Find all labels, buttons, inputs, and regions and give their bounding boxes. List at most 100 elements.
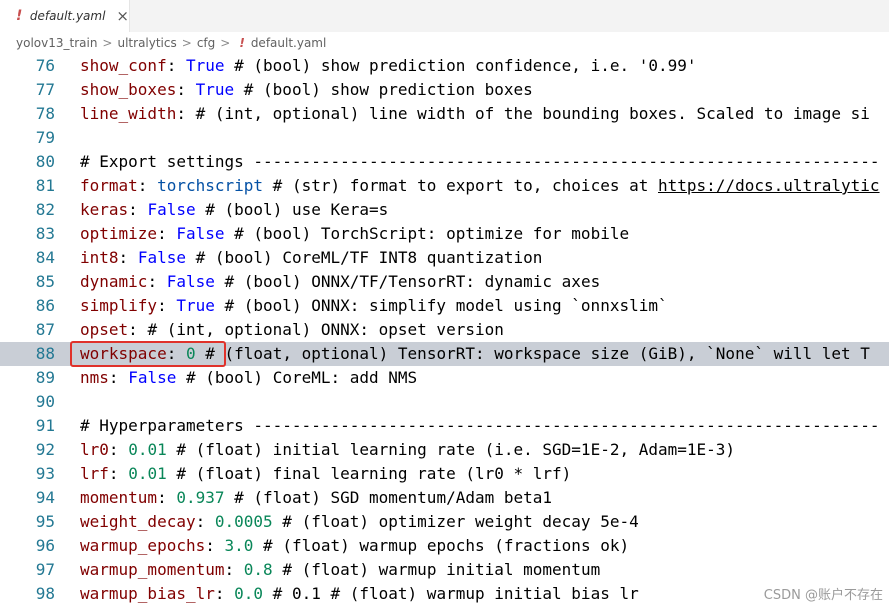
- code-text: warmup_epochs: 3.0 # (float) warmup epoc…: [80, 536, 630, 555]
- close-icon[interactable]: ×: [116, 8, 129, 24]
- code-line[interactable]: 80 # Export settings --------------------…: [0, 150, 889, 174]
- code-text: keras: False # (bool) use Kera=s: [80, 200, 389, 219]
- breadcrumb-item-cfg[interactable]: cfg: [197, 36, 215, 50]
- yaml-key: dynamic: [80, 272, 148, 291]
- code-line[interactable]: 86 simplify: True # (bool) ONNX: simplify…: [0, 294, 889, 318]
- chevron-right-icon: >: [181, 36, 192, 50]
- line-number: 85: [35, 272, 55, 291]
- code-text: optimize: False # (bool) TorchScript: op…: [80, 224, 630, 243]
- code-line[interactable]: 83 optimize: False # (bool) TorchScript: …: [0, 222, 889, 246]
- watermark: CSDN @账户不存在: [763, 588, 883, 603]
- line-number: 92: [35, 440, 55, 459]
- line-number: 83: [35, 224, 55, 243]
- line-number: 84: [35, 248, 55, 267]
- code-text: # Export settings ----------------------…: [80, 150, 880, 174]
- yaml-key: momentum: [80, 488, 158, 507]
- breadcrumb-item-ultralytics[interactable]: ultralytics: [117, 36, 176, 50]
- breadcrumb-item-file[interactable]: default.yaml: [251, 36, 327, 50]
- code-line[interactable]: 97 warmup_momentum: 0.8 # (float) warmup …: [0, 558, 889, 582]
- yaml-value: 0.0005: [214, 512, 273, 531]
- yaml-value: True: [195, 80, 235, 99]
- code-text: warmup_bias_lr: 0.0 # 0.1 # (float) warm…: [80, 584, 639, 603]
- code-line[interactable]: 87 opset: # (int, optional) ONNX: opset v…: [0, 318, 889, 342]
- yaml-comment: # (bool) use Kera=s: [195, 200, 389, 219]
- code-line[interactable]: 77 show_boxes: True # (bool) show predict…: [0, 78, 889, 102]
- line-number: 77: [35, 80, 55, 99]
- yaml-key: optimize: [80, 224, 158, 243]
- code-line[interactable]: 78 line_width: # (int, optional) line wid…: [0, 102, 889, 126]
- yaml-comment: # (float, optional) TensorRT: workspace …: [195, 344, 870, 363]
- line-number: 79: [35, 128, 55, 147]
- yaml-value: False: [166, 272, 215, 291]
- yaml-comment: # Hyperparameters ----------------------…: [80, 416, 880, 435]
- code-line[interactable]: 85 dynamic: False # (bool) ONNX/TF/Tensor…: [0, 270, 889, 294]
- yaml-comment: # (bool) show prediction boxes: [234, 80, 533, 99]
- code-line[interactable]: 76 show_conf: True # (bool) show predicti…: [0, 54, 889, 78]
- yaml-comment: # (float) SGD momentum/Adam beta1: [224, 488, 553, 507]
- yaml-comment: # (bool) CoreML: add NMS: [176, 368, 418, 387]
- line-number: 82: [35, 200, 55, 219]
- yaml-key: opset: [80, 320, 129, 339]
- tab-default-yaml[interactable]: ! default.yaml ×: [0, 0, 130, 32]
- code-text: simplify: True # (bool) ONNX: simplify m…: [80, 296, 668, 315]
- line-number: 76: [35, 56, 55, 75]
- yaml-key: show_boxes: [80, 80, 177, 99]
- code-line[interactable]: 98 warmup_bias_lr: 0.0 # 0.1 # (float) wa…: [0, 582, 889, 606]
- yaml-key: show_conf: [80, 56, 167, 75]
- line-number: 91: [35, 416, 55, 435]
- code-text: line_width: # (int, optional) line width…: [80, 104, 870, 123]
- yaml-file-icon: !: [16, 8, 23, 24]
- yaml-key: simplify: [80, 296, 158, 315]
- code-text: dynamic: False # (bool) ONNX/TF/TensorRT…: [80, 272, 601, 291]
- yaml-value: 3.0: [224, 536, 254, 555]
- line-number: 86: [35, 296, 55, 315]
- code-line[interactable]: 92 lr0: 0.01 # (float) initial learning r…: [0, 438, 889, 462]
- code-text: warmup_momentum: 0.8 # (float) warmup in…: [80, 560, 601, 579]
- code-line[interactable]: 90: [0, 390, 889, 414]
- code-line[interactable]: 89 nms: False # (bool) CoreML: add NMS: [0, 366, 889, 390]
- yaml-key: weight_decay: [80, 512, 196, 531]
- yaml-comment: # (float) warmup epochs (fractions ok): [253, 536, 630, 555]
- chevron-right-icon: >: [220, 36, 231, 50]
- yaml-value: 0.01: [128, 440, 167, 459]
- yaml-comment: # Export settings ----------------------…: [80, 152, 880, 171]
- yaml-key: warmup_momentum: [80, 560, 225, 579]
- line-number: 98: [35, 584, 55, 603]
- code-line[interactable]: 84 int8: False # (bool) CoreML/TF INT8 qu…: [0, 246, 889, 270]
- code-line[interactable]: 81 format: torchscript # (str) format to …: [0, 174, 889, 198]
- code-line[interactable]: 93 lrf: 0.01 # (float) final learning rat…: [0, 462, 889, 486]
- code-line[interactable]: 91 # Hyperparameters --------------------…: [0, 414, 889, 438]
- line-number: 90: [35, 392, 55, 411]
- code-line[interactable]: 96 warmup_epochs: 3.0 # (float) warmup ep…: [0, 534, 889, 558]
- line-number: 94: [35, 488, 55, 507]
- code-line[interactable]: 79: [0, 126, 889, 150]
- yaml-comment: # 0.1 # (float) warmup initial bias lr: [263, 584, 639, 603]
- line-number: 87: [35, 320, 55, 339]
- yaml-value: False: [137, 248, 186, 267]
- annotation-box: [70, 341, 226, 367]
- yaml-key: nms: [80, 368, 109, 387]
- tab-bar: ! default.yaml ×: [0, 0, 889, 32]
- yaml-key: format: [80, 176, 138, 195]
- docs-link[interactable]: https://docs.ultralytic: [658, 176, 880, 195]
- yaml-value: 0.937: [176, 488, 225, 507]
- yaml-value: 0.0: [234, 584, 264, 603]
- yaml-value: False: [176, 224, 225, 243]
- code-line[interactable]: 94 momentum: 0.937 # (float) SGD momentum…: [0, 486, 889, 510]
- yaml-comment: # (bool) ONNX/TF/TensorRT: dynamic axes: [214, 272, 601, 291]
- yaml-key: keras: [80, 200, 129, 219]
- code-line[interactable]: 82 keras: False # (bool) use Kera=s: [0, 198, 889, 222]
- breadcrumb: yolov13_train > ultralytics > cfg > ! de…: [0, 32, 889, 54]
- yaml-value: False: [128, 368, 177, 387]
- breadcrumb-item-yolov13-train[interactable]: yolov13_train: [16, 36, 97, 50]
- yaml-file-icon: !: [239, 36, 245, 50]
- code-editor[interactable]: 76 show_conf: True # (bool) show predicti…: [0, 54, 889, 610]
- code-text: weight_decay: 0.0005 # (float) optimizer…: [80, 512, 639, 531]
- yaml-value: torchscript: [157, 176, 264, 195]
- code-text: momentum: 0.937 # (float) SGD momentum/A…: [80, 488, 553, 507]
- line-number: 97: [35, 560, 55, 579]
- code-text: lr0: 0.01 # (float) initial learning rat…: [80, 440, 736, 459]
- line-number: 78: [35, 104, 55, 123]
- line-number: 81: [35, 176, 55, 195]
- code-line[interactable]: 95 weight_decay: 0.0005 # (float) optimiz…: [0, 510, 889, 534]
